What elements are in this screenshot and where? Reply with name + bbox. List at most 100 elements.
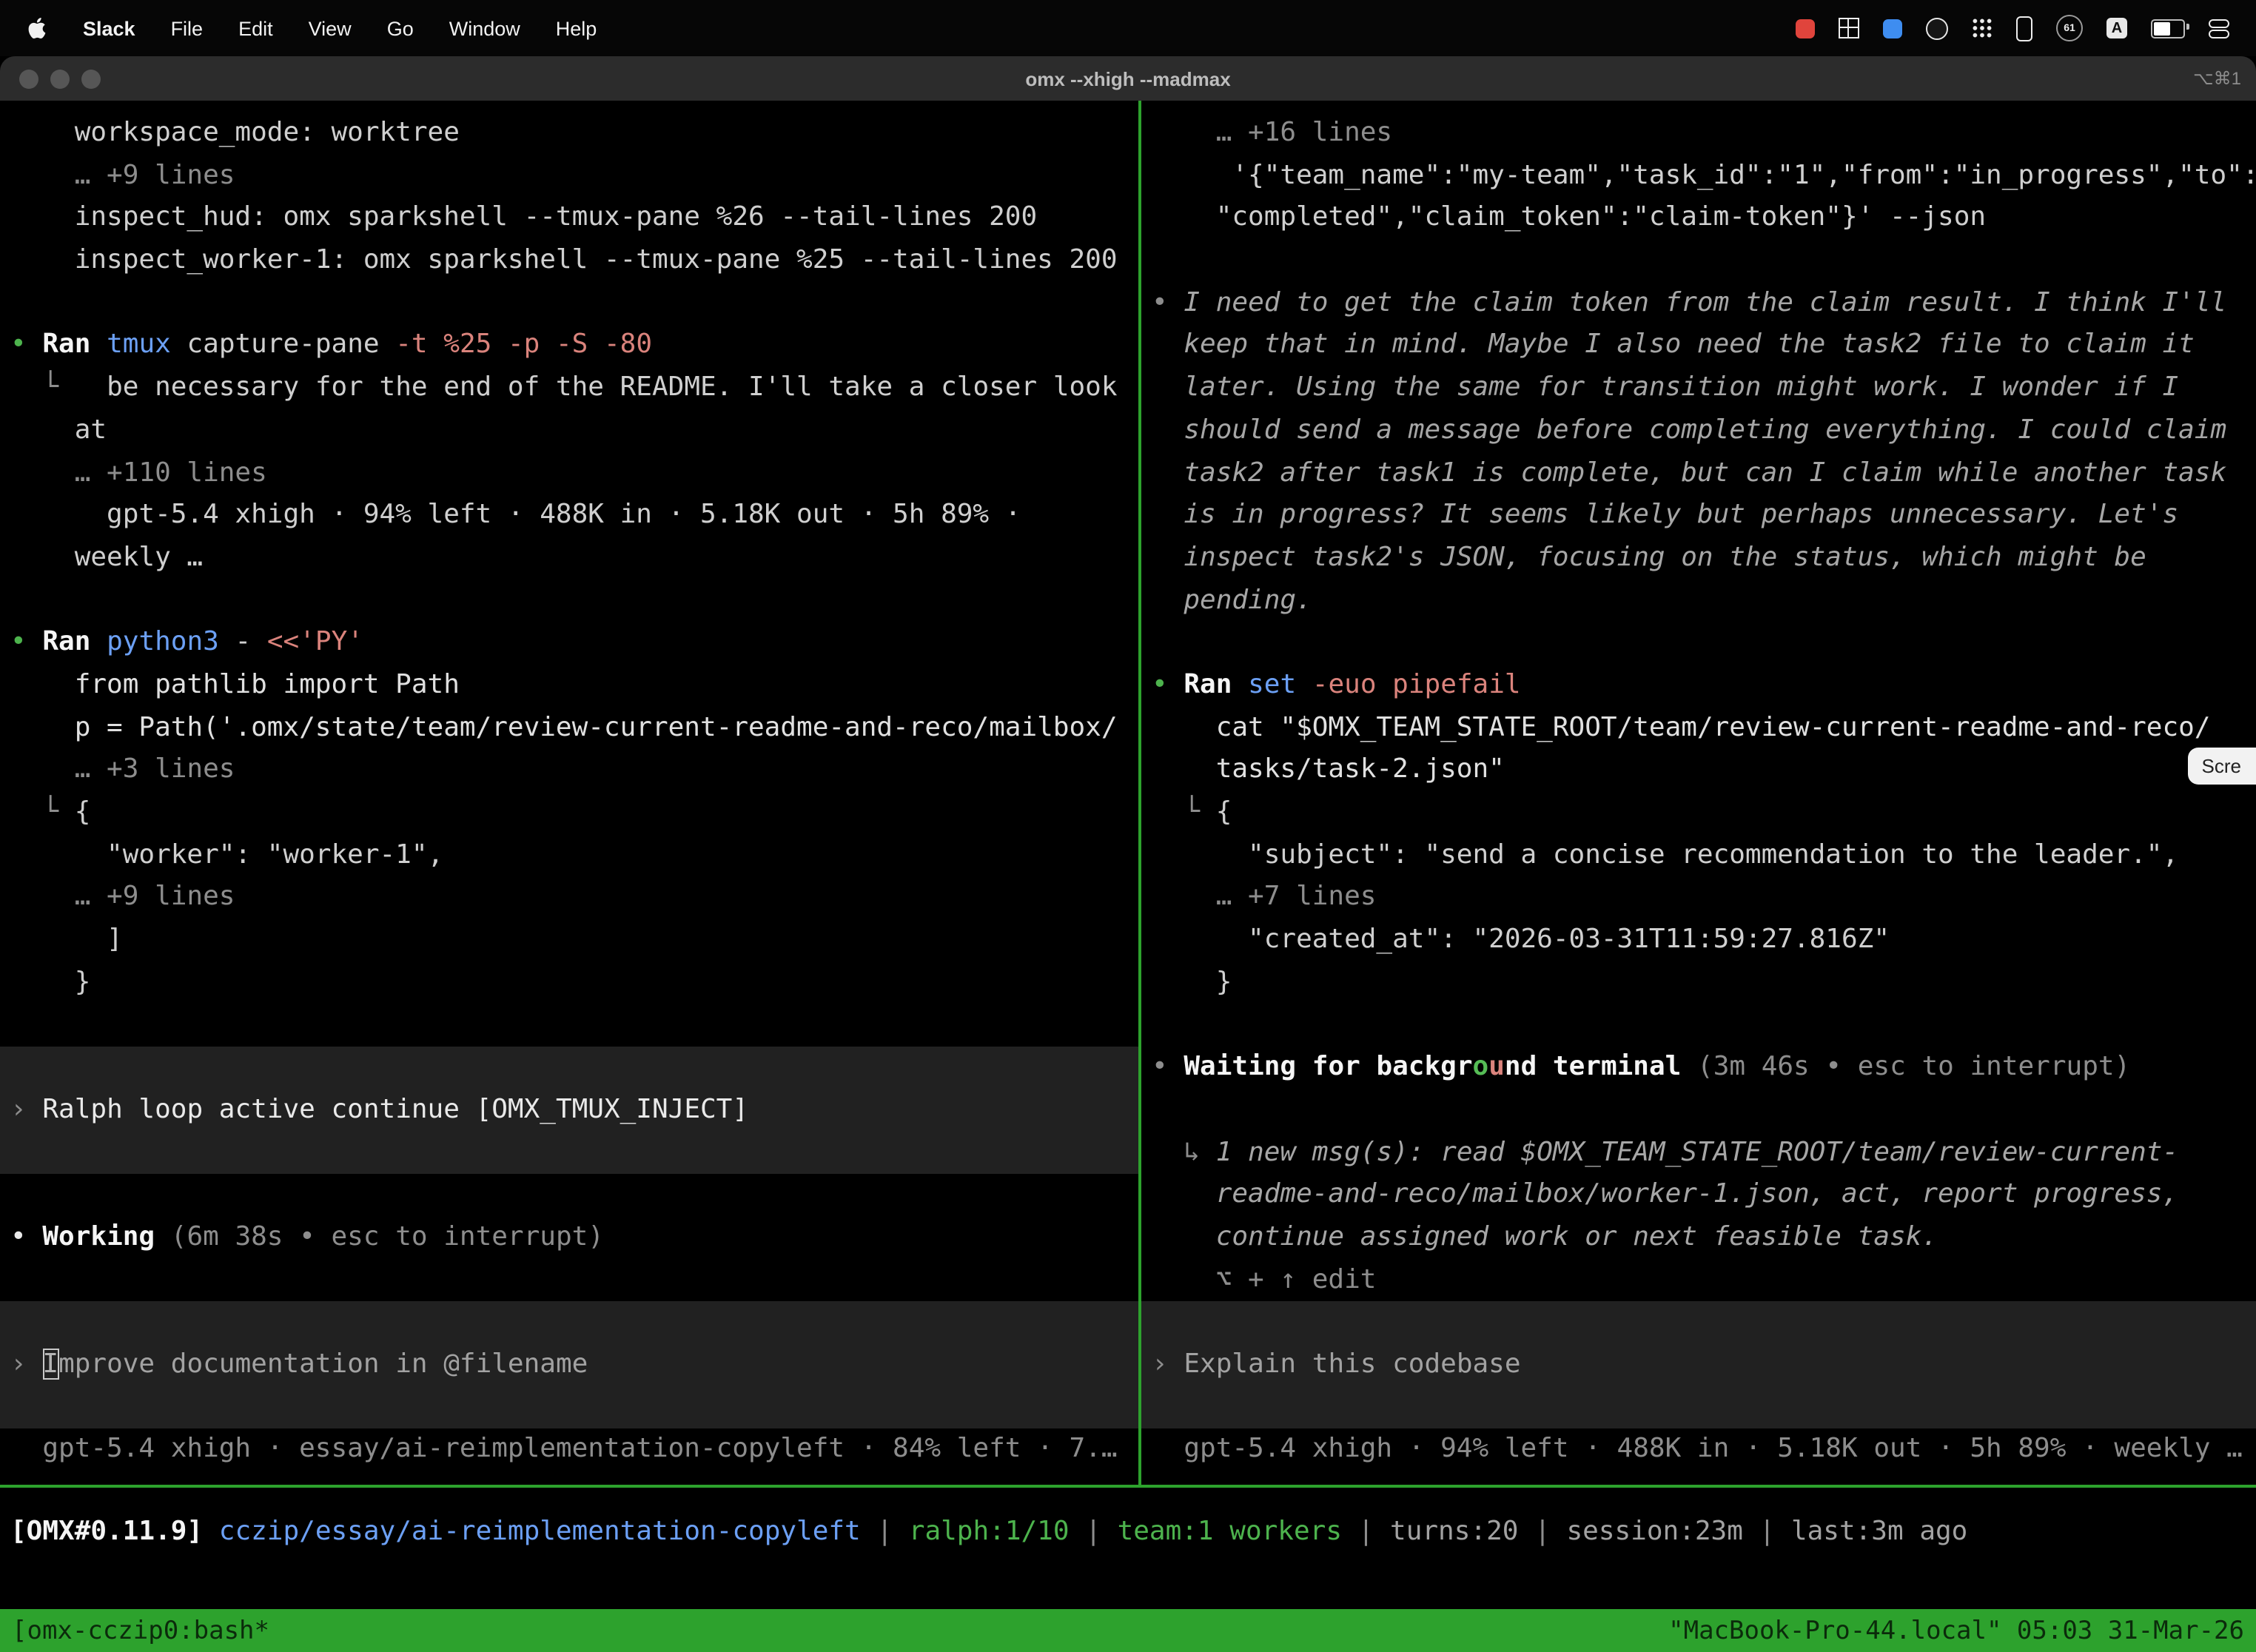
model-status: gpt-5.4 xhigh · essay/ai-reimplementatio…	[0, 1429, 1138, 1471]
output-line: └ {	[0, 792, 1138, 834]
text-segment: turns:20	[1390, 1516, 1518, 1547]
close-button[interactable]	[19, 69, 38, 88]
text-segment: <<'PY'	[267, 627, 363, 658]
text-segment: |	[1070, 1516, 1118, 1547]
control-center-icon[interactable]	[2209, 19, 2229, 38]
text-segment: python3	[107, 627, 235, 658]
screen-recording-stop-icon[interactable]	[1796, 19, 1815, 38]
desktop: Slack File Edit View Go Window Help 61 A omx -…	[0, 0, 2256, 1652]
text-segment: be necessary for the end of the README. …	[107, 372, 1117, 403]
text-segment: "subject": "send a concise recommendatio…	[1152, 839, 2178, 870]
thinking-line: task2 after task1 is complete, but can I…	[1141, 452, 2256, 494]
text-segment: readme-and-reco/mailbox/worker-1.json, a…	[1152, 1178, 2178, 1209]
menu-file[interactable]: File	[171, 17, 204, 39]
text-segment: •	[1152, 1051, 1184, 1082]
output-line: "completed","claim_token":"claim-token"}…	[1141, 198, 2256, 240]
app-menu-slack[interactable]: Slack	[83, 17, 135, 39]
apple-menu-icon[interactable]	[27, 16, 47, 40]
blue-app-icon[interactable]	[1883, 19, 1902, 38]
window-shortcut-hint: ⌥⌘1	[2193, 68, 2241, 89]
terminal-line: … +7 lines	[1141, 877, 2256, 919]
screenshot-notification[interactable]: Scre	[2189, 748, 2256, 785]
menu-view[interactable]: View	[309, 17, 352, 39]
text-segment: inspect_hud: omx sparkshell --tmux-pane …	[10, 202, 1037, 233]
terminal-line	[0, 1174, 1138, 1216]
ran-command: • Ran set -euo pipefail	[1141, 665, 2256, 707]
text-segment: gpt-5.4 xhigh · essay/ai-reimplementatio…	[10, 1434, 1118, 1465]
dark-app-icon[interactable]	[1926, 17, 1948, 39]
hud-status-line: [OMX#0.11.9] cczip/essay/ai-reimplementa…	[0, 1510, 2256, 1553]
thinking-line: is in progress? It seems likely but perh…	[1141, 494, 2256, 537]
menu-window[interactable]: Window	[449, 17, 520, 39]
zoom-button[interactable]	[81, 69, 101, 88]
text-segment: … +7 lines	[1152, 882, 1376, 913]
output-line: weekly …	[0, 537, 1138, 580]
menu-help[interactable]: Help	[556, 17, 597, 39]
text-segment: Ralph loop active continue [OMX_TMUX_INJ…	[42, 1094, 748, 1125]
output-line: └ {	[1141, 792, 2256, 834]
text-segment: at	[10, 414, 107, 446]
text-segment: … +9 lines	[10, 159, 235, 190]
text-segment: ]	[10, 924, 123, 955]
output-line: ]	[0, 919, 1138, 961]
queued-prompt[interactable]: › Ralph loop active continue [OMX_TMUX_I…	[0, 1089, 1138, 1132]
thinking-line: pending.	[1141, 580, 2256, 622]
window-grid-icon[interactable]	[1839, 18, 1859, 38]
edit-hint: ⌥ + ↑ edit	[1141, 1259, 2256, 1301]
terminal-line	[0, 1259, 1138, 1301]
text-segment: Ran	[42, 329, 107, 360]
terminal-line	[1141, 622, 2256, 665]
text-segment: inspect_worker-1: omx sparkshell --tmux-…	[10, 244, 1118, 275]
battery-icon[interactable]	[2151, 19, 2185, 38]
text-segment: last:3m ago	[1791, 1516, 1967, 1547]
menu-go[interactable]: Go	[387, 17, 414, 39]
text-segment: (6m 38s • esc to interrupt)	[155, 1221, 604, 1252]
text-segment: later. Using the same for transition mig…	[1152, 372, 2178, 403]
terminal-line	[0, 1047, 1138, 1089]
prompt-input[interactable]: › Explain this codebase	[1141, 1344, 2256, 1386]
text-segment: gpt-5.4 xhigh · 94% left · 488K in · 5.1…	[1152, 1434, 2243, 1465]
text-segment: I	[42, 1349, 58, 1380]
text-segment: task2 after task1 is complete, but can I…	[1152, 457, 2226, 488]
text-segment: nd terminal	[1505, 1051, 1681, 1082]
text-segment: Working	[42, 1221, 155, 1252]
text-segment: |	[1342, 1516, 1390, 1547]
title-bar: omx --xhigh --madmax ⌥⌘1	[0, 56, 2256, 101]
terminal-line	[0, 1004, 1138, 1047]
dots-grid-icon[interactable]	[1972, 18, 1993, 38]
prompt-input[interactable]: › Improve documentation in @filename	[0, 1344, 1138, 1386]
text-segment: |	[1518, 1516, 1566, 1547]
right-pane[interactable]: … +16 lines '{"team_name":"my-team","tas…	[1141, 101, 2256, 1497]
text-segment: [OMX#0.11.9]	[10, 1516, 203, 1547]
minimize-button[interactable]	[50, 69, 70, 88]
text-segment: -euo pipefail	[1312, 669, 1521, 700]
text-segment: … +110 lines	[10, 457, 267, 488]
text-segment: workspace_mode: worktree	[10, 117, 460, 148]
text-segment: (3m 46s • esc to interrupt)	[1681, 1051, 2130, 1082]
menu-bar: Slack File Edit View Go Window Help 61 A	[0, 0, 2256, 56]
output-line: └ be necessary for the end of the README…	[0, 367, 1138, 409]
window-controls	[19, 69, 101, 88]
text-segment: ›	[10, 1094, 42, 1125]
text-segment: mprove documentation in @filename	[58, 1349, 588, 1380]
text-segment: }	[1152, 967, 1232, 998]
menu-edit[interactable]: Edit	[238, 17, 273, 39]
keyboard-capsule-icon[interactable]	[2016, 16, 2032, 41]
text-segment: •	[10, 627, 42, 658]
battery-percent-icon[interactable]: 61	[2056, 15, 2083, 41]
text-segment: Waiting for backgr	[1184, 1051, 1472, 1082]
output-line: "created_at": "2026-03-31T11:59:27.816Z"	[1141, 919, 2256, 961]
text-segment: team:1 workers	[1118, 1516, 1342, 1547]
text-segment: tasks/task-2.json"	[1152, 754, 1505, 785]
text-segment: set	[1248, 669, 1312, 700]
left-pane[interactable]: workspace_mode: worktree … +9 lines insp…	[0, 101, 1138, 1497]
pane-divider-horizontal[interactable]	[0, 1485, 2256, 1488]
terminal-line	[1141, 240, 2256, 282]
text-segment: capture-pane	[187, 329, 395, 360]
text-segment: {	[1216, 796, 1232, 827]
text-segment: '{"team_name":"my-team","task_id":"1","f…	[1152, 159, 2256, 190]
text-segment: ›	[1152, 1349, 1184, 1380]
text-segment: o	[1473, 1051, 1489, 1082]
input-source-icon[interactable]: A	[2106, 18, 2127, 38]
command-line: tasks/task-2.json"	[1141, 750, 2256, 792]
